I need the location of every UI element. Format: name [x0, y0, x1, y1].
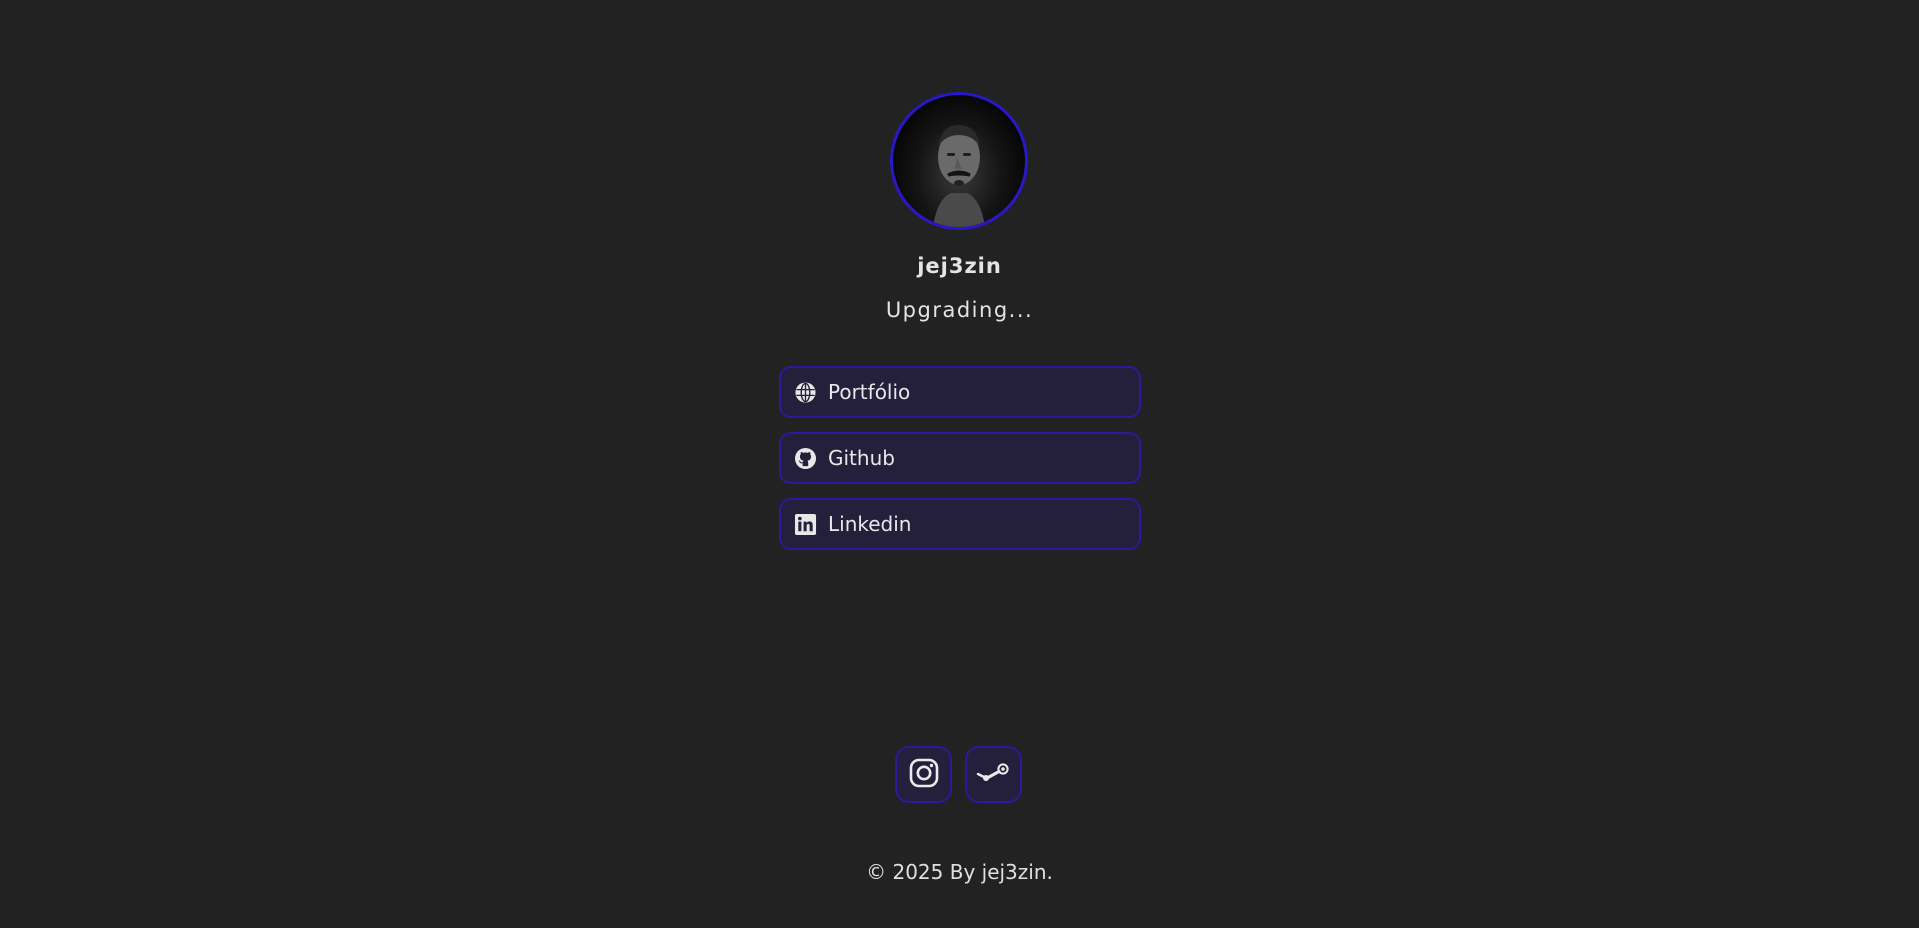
github-icon	[793, 446, 817, 470]
linkedin-link-button[interactable]: Linkedin	[779, 498, 1141, 550]
avatar-portrait	[933, 125, 985, 227]
avatar	[890, 92, 1028, 230]
instagram-button[interactable]	[895, 746, 952, 803]
linkedin-icon	[793, 512, 817, 536]
username: jej3zin	[917, 254, 1002, 278]
status-text: Upgrading...	[885, 298, 1034, 322]
social-bar	[895, 746, 1022, 803]
github-link-label: Github	[828, 446, 895, 470]
linkedin-link-label: Linkedin	[828, 512, 912, 536]
profile-page: jej3zin Upgrading... Portfólio Github Li…	[0, 0, 1919, 928]
steam-button[interactable]	[965, 746, 1022, 803]
globe-icon	[793, 380, 817, 404]
footer-copyright: © 2025 By jej3zin.	[866, 860, 1053, 884]
portfolio-link-label: Portfólio	[828, 380, 911, 404]
link-list: Portfólio Github Linkedin	[779, 366, 1141, 564]
github-link-button[interactable]: Github	[779, 432, 1141, 484]
portfolio-link-button[interactable]: Portfólio	[779, 366, 1141, 418]
instagram-icon	[908, 757, 940, 793]
steam-icon	[976, 761, 1012, 789]
